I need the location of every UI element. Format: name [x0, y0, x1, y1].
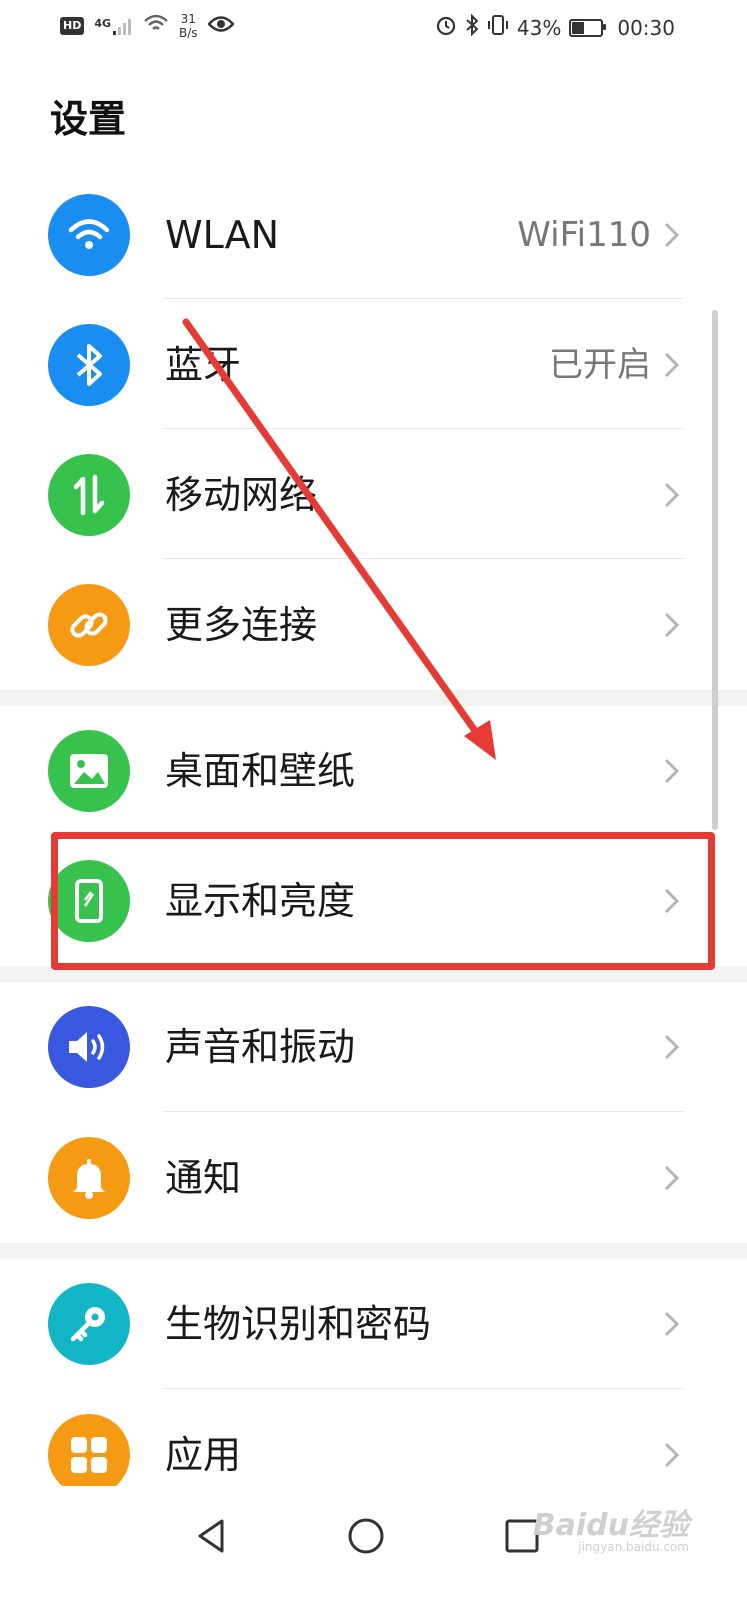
- home-icon[interactable]: [346, 1516, 386, 1556]
- watermark-logo: Baidu经验: [532, 1508, 689, 1543]
- back-icon[interactable]: [192, 1516, 232, 1556]
- watermark-url: jingyan.baidu.com: [578, 1540, 689, 1554]
- annotation-highlight-box: [51, 832, 715, 970]
- annotation-arrow: [182, 318, 496, 760]
